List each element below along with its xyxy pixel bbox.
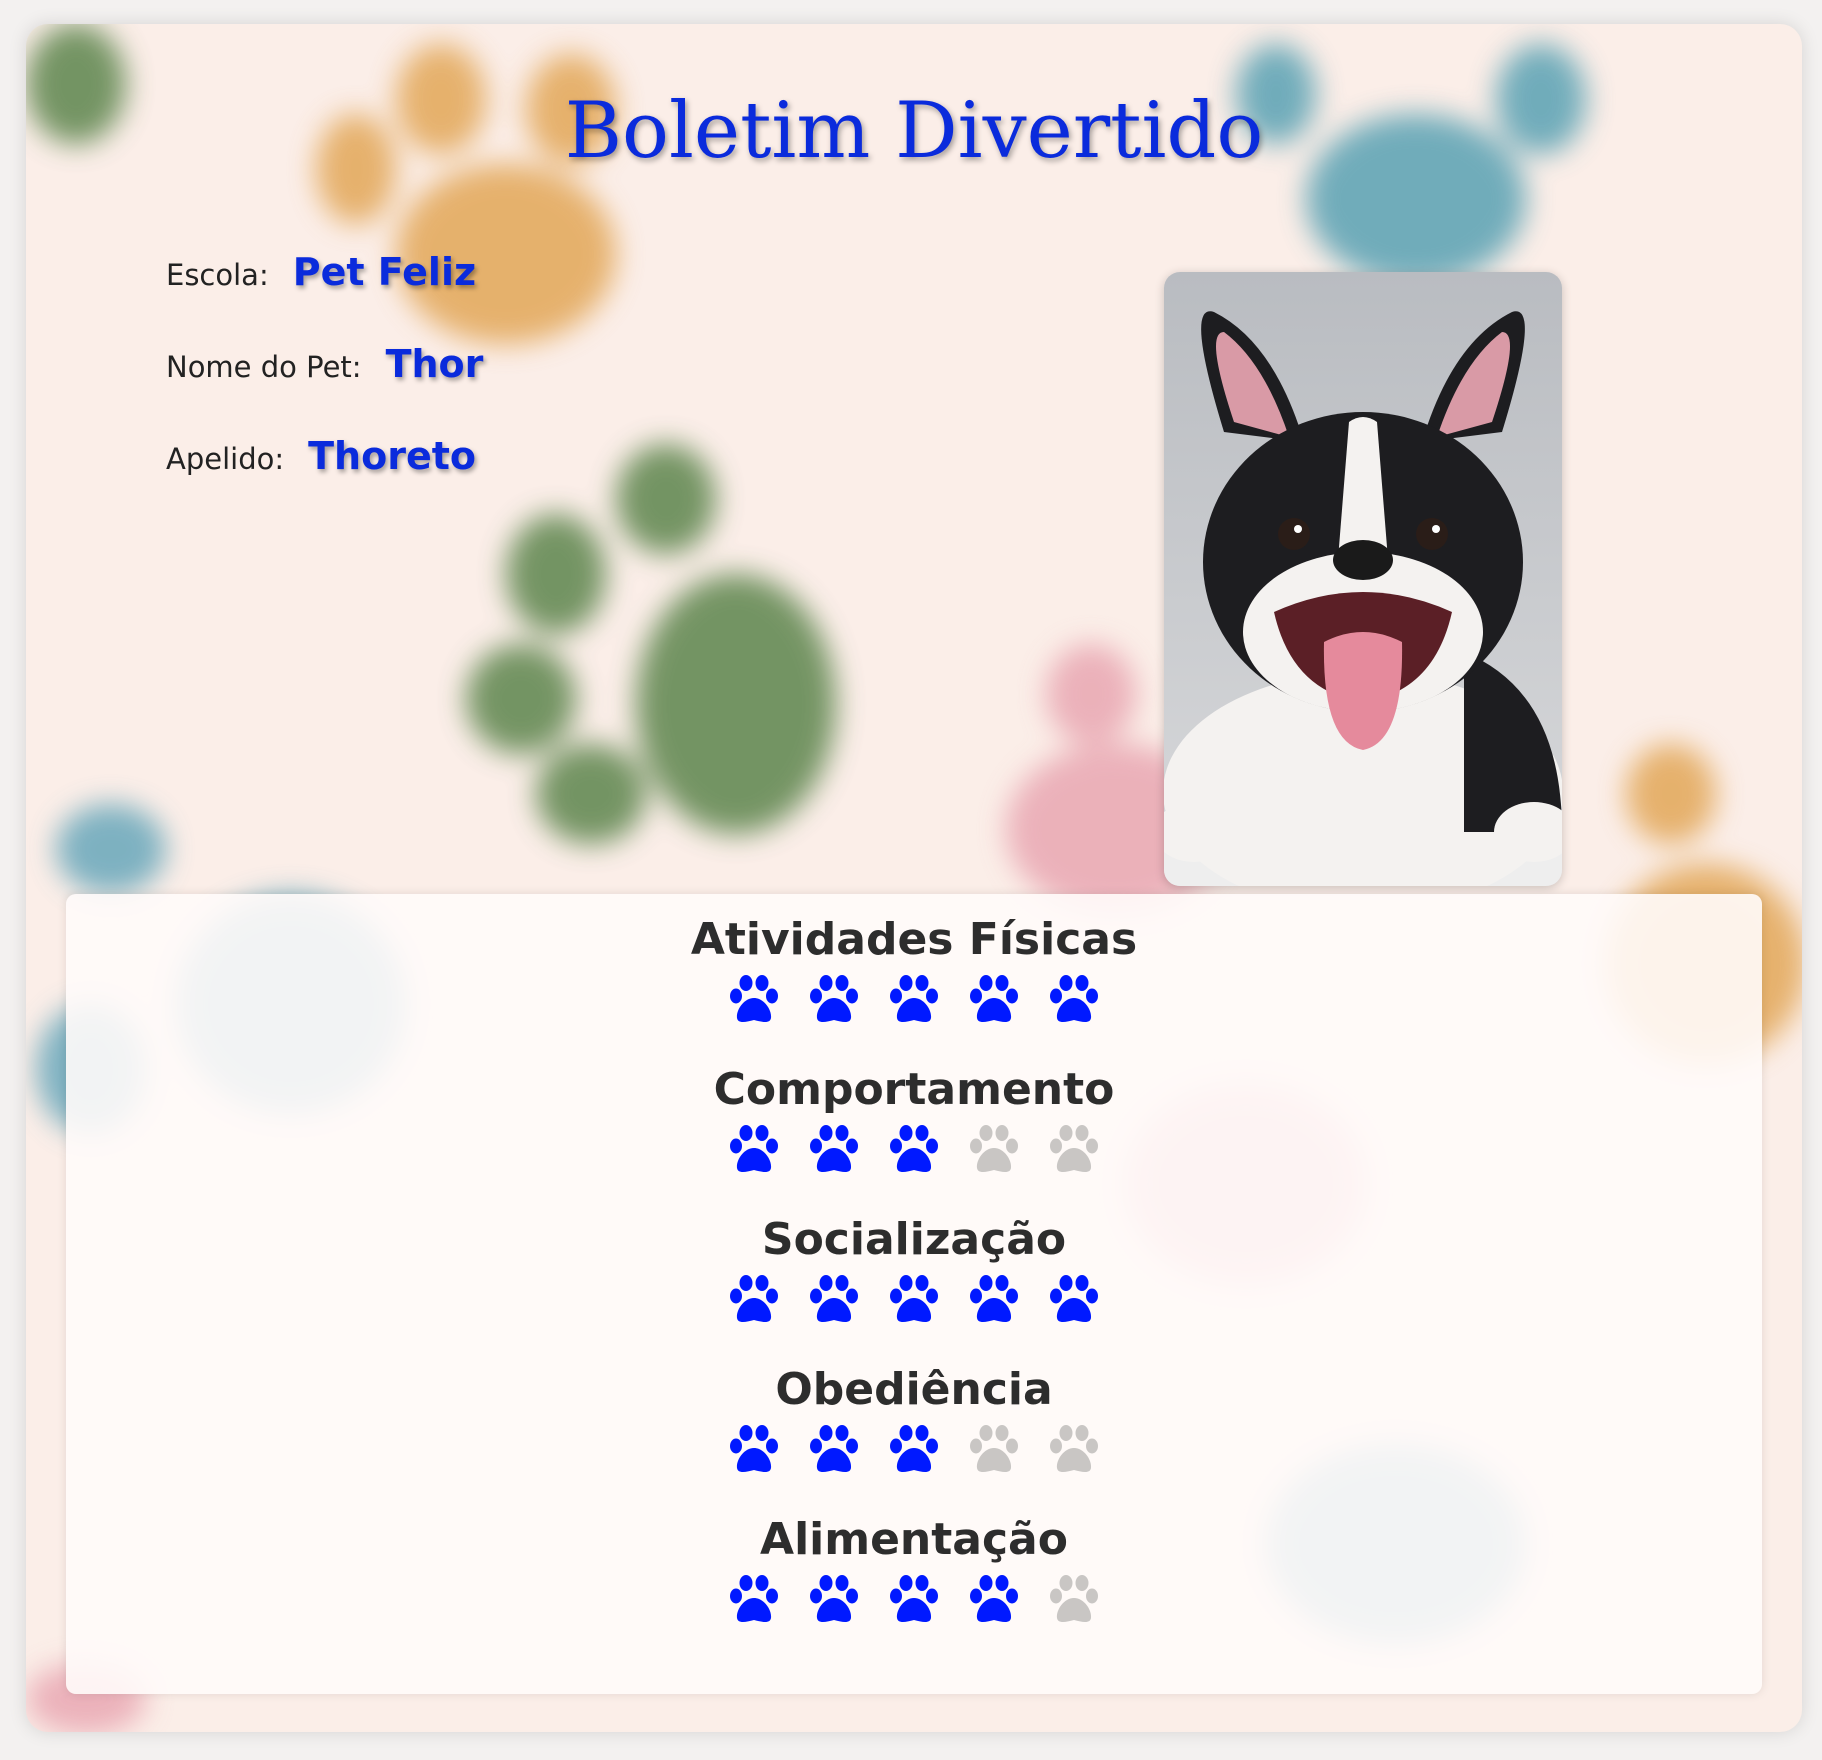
paw-icon: [890, 975, 938, 1022]
rating-paws: [66, 1572, 1762, 1628]
paw-icon: [810, 1275, 858, 1322]
nickname-label: Apelido:: [166, 442, 285, 476]
paw-icon: [970, 1425, 1018, 1472]
ratings-panel: Atividades Físicas Comportamento Socializa…: [66, 894, 1762, 1694]
paw-icon: [1050, 975, 1098, 1022]
nickname-row: Apelido: Thoreto: [166, 434, 476, 478]
paw-icon: [1050, 1575, 1098, 1622]
paw-icon: [810, 975, 858, 1022]
rating-category: Comportamento: [66, 1064, 1762, 1178]
rating-paws: [66, 1422, 1762, 1478]
paw-icon: [1050, 1125, 1098, 1172]
paw-icon: [970, 1575, 1018, 1622]
paw-icon: [1050, 1425, 1098, 1472]
rating-paws: [66, 1272, 1762, 1328]
paw-icon: [730, 1425, 778, 1472]
rating-category: Obediência: [66, 1364, 1762, 1478]
report-card: Boletim Divertido Escola: Pet Feliz Nome…: [26, 24, 1802, 1732]
rating-category-label: Comportamento: [713, 1064, 1115, 1115]
paw-icon: [970, 975, 1018, 1022]
pet-name-row: Nome do Pet: Thor: [166, 342, 483, 386]
nickname-value: Thoreto: [308, 434, 476, 478]
paw-icon: [890, 1575, 938, 1622]
rating-category-label: Socialização: [761, 1214, 1067, 1265]
paw-icon: [890, 1425, 938, 1472]
paw-icon: [970, 1125, 1018, 1172]
paw-icon: [730, 1575, 778, 1622]
paw-icon: [1050, 1275, 1098, 1322]
school-row: Escola: Pet Feliz: [166, 250, 476, 294]
pet-name-label: Nome do Pet:: [166, 350, 362, 384]
pet-photo: [1164, 272, 1562, 886]
school-label: Escola:: [166, 258, 269, 292]
rating-category-label: Alimentação: [760, 1514, 1068, 1565]
rating-category-label: Obediência: [775, 1364, 1053, 1415]
paw-icon: [810, 1125, 858, 1172]
page-title: Boletim Divertido: [564, 86, 1264, 176]
rating-category: Atividades Físicas: [66, 914, 1762, 1028]
paw-icon: [810, 1425, 858, 1472]
rating-category: Alimentação: [66, 1514, 1762, 1628]
paw-icon: [890, 1125, 938, 1172]
pet-name-value: Thor: [385, 342, 484, 386]
rating-paws: [66, 972, 1762, 1028]
paw-icon: [730, 975, 778, 1022]
paw-icon: [890, 1275, 938, 1322]
paw-icon: [970, 1275, 1018, 1322]
rating-paws: [66, 1122, 1762, 1178]
rating-category: Socialização: [66, 1214, 1762, 1328]
rating-category-label: Atividades Físicas: [690, 914, 1138, 965]
paw-icon: [730, 1275, 778, 1322]
paw-icon: [810, 1575, 858, 1622]
paw-icon: [730, 1125, 778, 1172]
school-value: Pet Feliz: [292, 250, 477, 294]
